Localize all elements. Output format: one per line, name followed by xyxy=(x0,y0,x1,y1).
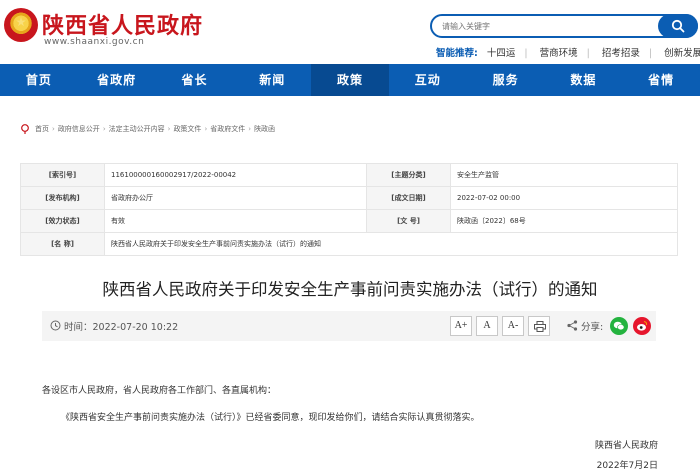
docno-value: 陕政函〔2022〕68号 xyxy=(450,209,678,233)
nav-services[interactable]: 服务 xyxy=(467,64,545,96)
breadcrumb-info-disclosure[interactable]: 政府信息公开 xyxy=(58,124,100,134)
document-paragraph: 《陕西省安全生产事前问责实施办法（试行）》已经省委同意，现印发给你们，请结合实际… xyxy=(61,413,480,423)
main-nav: 首页 省政府 省长 新闻 政策 互动 服务 数据 省情 xyxy=(0,64,700,96)
clock-icon xyxy=(50,320,61,331)
divider: | xyxy=(524,48,528,59)
nav-home[interactable]: 首页 xyxy=(0,64,78,96)
issuer-label: [发布机构] xyxy=(20,186,105,210)
nav-policy[interactable]: 政策 xyxy=(311,64,389,96)
publish-time: 时间：2022-07-20 10:22 xyxy=(64,322,179,333)
name-value: 陕西省人民政府关于印发安全生产事前问责实施办法（试行）的通知 xyxy=(104,232,678,256)
topic-value: 安全生产监管 xyxy=(450,163,678,187)
smart-item-business[interactable]: 营商环境 xyxy=(540,48,578,59)
font-increase-button[interactable]: A+ xyxy=(450,316,472,336)
smart-recommend: 智能推荐: 十四运 | 营商环境 | 招考招录 | 创新发展 xyxy=(436,45,700,59)
date-label: [成文日期] xyxy=(366,186,451,210)
document-paragraph: 各设区市人民政府，省人民政府各工作部门、各直属机构： xyxy=(42,386,277,396)
font-normal-button[interactable]: A xyxy=(476,316,498,336)
weibo-share-button[interactable] xyxy=(633,317,651,335)
breadcrumb-policy-docs[interactable]: 政策文件 xyxy=(173,124,201,134)
breadcrumb-separator: › xyxy=(248,125,252,133)
date-value: 2022-07-02 00:00 xyxy=(450,186,678,210)
nav-news[interactable]: 新闻 xyxy=(233,64,311,96)
font-decrease-button[interactable]: A- xyxy=(502,316,524,336)
site-title[interactable]: 陕西省人民政府 xyxy=(42,8,203,40)
document-title: 陕西省人民政府关于印发安全生产事前问责实施办法（试行）的通知 xyxy=(102,280,598,299)
divider: | xyxy=(586,48,590,59)
smart-item-innovation[interactable]: 创新发展 xyxy=(664,48,700,59)
wechat-icon xyxy=(613,321,625,331)
search-input[interactable] xyxy=(442,17,652,35)
index-value: 11610000016000291​7/2022-00042 xyxy=(104,163,367,187)
name-label: [名 称] xyxy=(20,232,105,256)
share-icon xyxy=(567,320,578,331)
search-icon xyxy=(671,19,685,33)
status-value: 有效 xyxy=(104,209,367,233)
breadcrumb-home[interactable]: 首页 xyxy=(35,124,49,134)
breadcrumb-separator: › xyxy=(102,125,106,133)
font-increase-label: A+ xyxy=(454,320,468,331)
table-row: [发布机构] 省政府办公厅 [成文日期] 2022-07-02 00:00 xyxy=(20,186,678,210)
share-label: 分享: xyxy=(581,322,604,333)
breadcrumb-separator: › xyxy=(52,125,55,133)
breadcrumb-gov-docs[interactable]: 省政府文件 xyxy=(210,124,245,134)
signature-date: 2022年7月2日 xyxy=(596,461,658,471)
font-normal-label: A xyxy=(483,320,491,331)
wechat-share-button[interactable] xyxy=(610,317,628,335)
search-box xyxy=(430,14,698,38)
document-toolbar: 时间：2022-07-20 10:22 A+ A A- 分享: xyxy=(42,311,656,341)
home-icon xyxy=(21,124,29,134)
docno-label: [文 号] xyxy=(366,209,451,233)
site-url: www.shaanxi.gov.cn xyxy=(44,37,145,47)
smart-recommend-label: 智能推荐: xyxy=(436,48,478,59)
smart-item-shisiyun[interactable]: 十四运 xyxy=(487,48,516,59)
table-row: [索引号] 11610000016000291​7/2022-00042 [主题… xyxy=(20,163,678,187)
nav-province-info[interactable]: 省情 xyxy=(622,64,700,96)
nav-data[interactable]: 数据 xyxy=(544,64,622,96)
nav-interaction[interactable]: 互动 xyxy=(389,64,467,96)
index-label: [索引号] xyxy=(20,163,105,187)
breadcrumb-statutory[interactable]: 法定主动公开内容 xyxy=(109,124,165,134)
document-info-table: [索引号] 11610000016000291​7/2022-00042 [主题… xyxy=(20,163,678,256)
nav-provincial-government[interactable]: 省政府 xyxy=(78,64,156,96)
breadcrumb-separator: › xyxy=(167,125,171,133)
site-header: 陕西省人民政府 www.shaanxi.gov.cn 智能推荐: 十四运 | 营商… xyxy=(0,0,700,64)
breadcrumb: 首页 › 政府信息公开 › 法定主动公开内容 › 政策文件 › 省政府文件 › 陕政函 xyxy=(20,124,275,134)
font-decrease-label: A- xyxy=(507,320,519,331)
status-label: [效力状态] xyxy=(20,209,105,233)
emblem-icon[interactable] xyxy=(4,8,38,42)
smart-item-recruit[interactable]: 招考招录 xyxy=(602,48,640,59)
divider: | xyxy=(648,48,653,59)
print-icon xyxy=(534,321,546,332)
topic-label: [主题分类] xyxy=(366,163,451,187)
nav-governor[interactable]: 省长 xyxy=(156,64,234,96)
print-button[interactable] xyxy=(528,316,550,336)
search-button[interactable] xyxy=(658,14,698,38)
issuer-value: 省政府办公厅 xyxy=(104,186,367,210)
table-row: [效力状态] 有效 [文 号] 陕政函〔2022〕68号 xyxy=(20,209,678,233)
weibo-icon xyxy=(637,321,648,331)
breadcrumb-current[interactable]: 陕政函 xyxy=(254,124,275,134)
signature-org: 陕西省人民政府 xyxy=(594,441,658,451)
breadcrumb-separator: › xyxy=(204,125,208,133)
table-row: [名 称] 陕西省人民政府关于印发安全生产事前问责实施办法（试行）的通知 xyxy=(20,232,678,256)
